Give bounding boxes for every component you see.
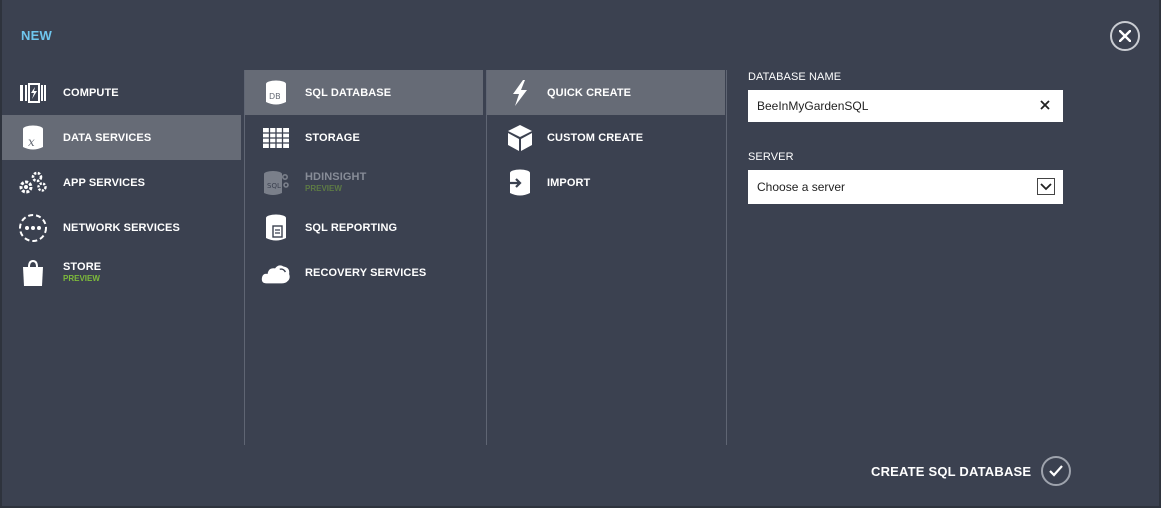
cloud-icon — [261, 259, 291, 287]
report-icon — [261, 214, 291, 242]
service-label: HDINSIGHT — [305, 171, 367, 183]
category-label: DATA SERVICES — [63, 132, 152, 144]
server-label: SERVER — [748, 151, 794, 163]
svg-text:x: x — [28, 135, 35, 149]
network-icon — [18, 214, 48, 242]
action-label: QUICK CREATE — [547, 87, 632, 99]
server-select[interactable]: Choose a server — [748, 170, 1063, 204]
database-name-value: BeeInMyGardenSQL — [757, 99, 869, 113]
service-list: DB SQL DATABASE STORAGE SQL HDINSIGHT PR… — [244, 70, 483, 445]
database-name-field[interactable]: BeeInMyGardenSQL — [748, 90, 1063, 122]
category-list: COMPUTE x DATA SERVICES APP SERVICES NET… — [2, 70, 241, 445]
service-hdinsight[interactable]: SQL HDINSIGHT PREVIEW — [245, 160, 483, 205]
column-divider — [726, 70, 727, 445]
svg-text:DB: DB — [269, 92, 281, 101]
action-quick-create[interactable]: QUICK CREATE — [487, 70, 725, 115]
database-name-label: DATABASE NAME — [748, 71, 842, 83]
service-label: RECOVERY SERVICES — [305, 267, 427, 279]
checkmark-icon — [1041, 456, 1072, 486]
action-list: QUICK CREATE CUSTOM CREATE IMPORT — [486, 70, 725, 445]
category-label: COMPUTE — [63, 87, 119, 99]
box-icon — [505, 124, 535, 152]
category-store[interactable]: STORE PREVIEW — [2, 250, 241, 295]
gears-icon — [18, 169, 48, 197]
close-button[interactable] — [1110, 21, 1140, 51]
chevron-down-icon[interactable] — [1037, 178, 1055, 195]
category-label: STORE — [63, 261, 102, 273]
data-services-icon: x — [18, 124, 48, 152]
shopping-bag-icon — [18, 259, 48, 287]
compute-icon — [18, 79, 48, 107]
hdinsight-icon: SQL — [261, 169, 291, 197]
preview-badge: PREVIEW — [63, 274, 100, 283]
category-data-services[interactable]: x DATA SERVICES — [2, 115, 241, 160]
storage-grid-icon — [261, 124, 291, 152]
service-label: SQL REPORTING — [305, 222, 398, 234]
service-recovery-services[interactable]: RECOVERY SERVICES — [245, 250, 483, 295]
service-label: STORAGE — [305, 132, 360, 144]
close-icon — [1119, 30, 1131, 42]
import-icon — [505, 169, 535, 197]
service-sql-database[interactable]: DB SQL DATABASE — [245, 70, 483, 115]
clear-icon[interactable] — [1039, 99, 1051, 111]
action-label: IMPORT — [547, 177, 591, 189]
action-label: CUSTOM CREATE — [547, 132, 644, 144]
preview-badge: PREVIEW — [305, 184, 342, 193]
server-select-value: Choose a server — [757, 180, 846, 194]
service-sql-reporting[interactable]: SQL REPORTING — [245, 205, 483, 250]
category-app-services[interactable]: APP SERVICES — [2, 160, 241, 205]
category-label: APP SERVICES — [63, 177, 146, 189]
category-compute[interactable]: COMPUTE — [2, 70, 241, 115]
create-sql-database-button[interactable]: CREATE SQL DATABASE — [871, 456, 1072, 486]
dialog-title: NEW — [21, 28, 52, 43]
category-network-services[interactable]: NETWORK SERVICES — [2, 205, 241, 250]
action-custom-create[interactable]: CUSTOM CREATE — [487, 115, 725, 160]
service-storage[interactable]: STORAGE — [245, 115, 483, 160]
service-label: SQL DATABASE — [305, 87, 392, 99]
create-button-label: CREATE SQL DATABASE — [871, 463, 1032, 479]
category-label: NETWORK SERVICES — [63, 222, 180, 234]
svg-text:SQL: SQL — [267, 182, 281, 190]
lightning-icon — [505, 79, 535, 107]
action-import[interactable]: IMPORT — [487, 160, 725, 205]
database-icon: DB — [261, 79, 291, 107]
